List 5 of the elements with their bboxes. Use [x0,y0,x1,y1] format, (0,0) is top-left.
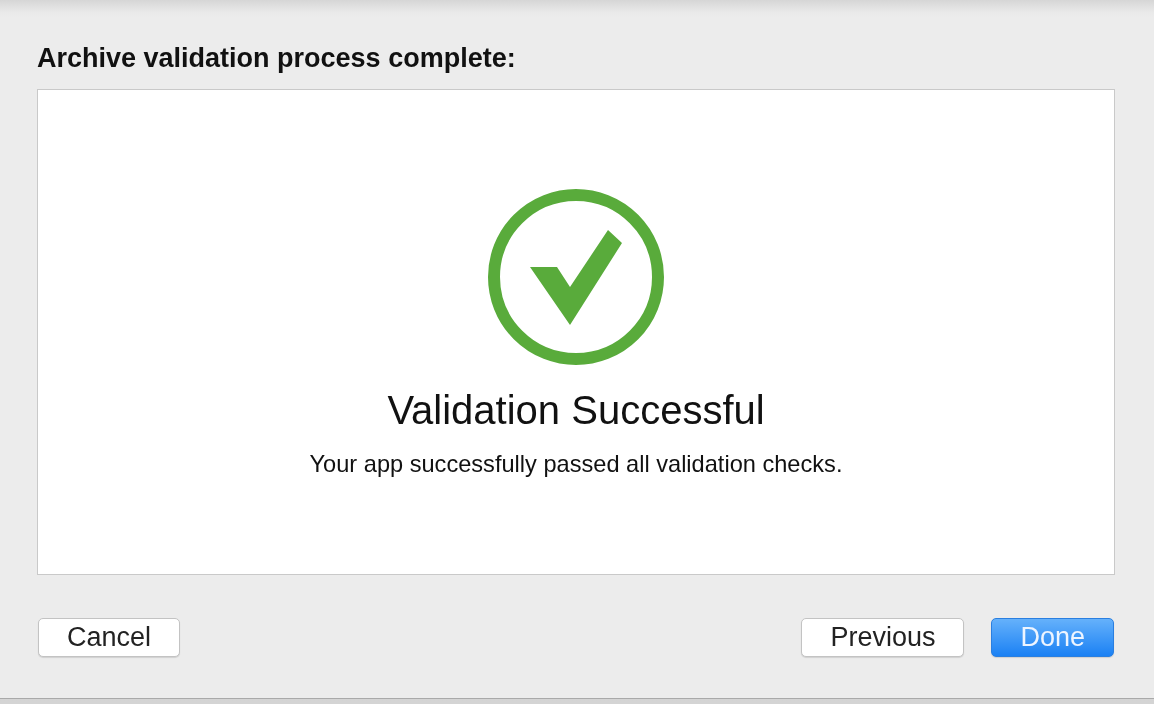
dialog-button[interactable]: Cancel [38,618,181,657]
result-title: Validation Successful [387,387,765,434]
dialog-heading: Archive validation process complete: [37,42,516,74]
result-message: Your app successfully passed all validation checks. [309,450,843,478]
dialog-button[interactable]: Previous [801,618,965,657]
